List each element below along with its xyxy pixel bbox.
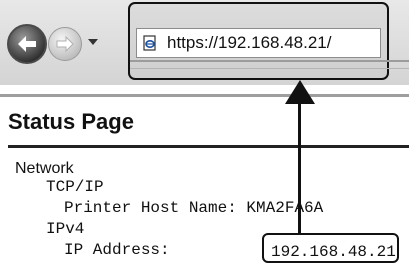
title-divider: [8, 145, 409, 148]
toolbar-divider: [130, 68, 409, 69]
callout-arrow-head: [285, 80, 315, 104]
url-text: https://192.168.48.21/: [167, 33, 332, 52]
page-icon: [143, 35, 156, 51]
ipv4-heading: IPv4: [46, 220, 85, 238]
callout-arrow-line: [298, 100, 301, 242]
tcpip-heading: TCP/IP: [46, 178, 104, 196]
chevron-down-icon[interactable]: [87, 36, 99, 48]
back-arrow-icon: [18, 36, 36, 52]
page-divider: [0, 94, 409, 97]
back-button[interactable]: [7, 24, 47, 64]
page-title: Status Page: [8, 109, 134, 134]
browser-toolbar: https://192.168.48.21/: [0, 0, 409, 85]
forward-button[interactable]: [48, 27, 82, 61]
address-bar[interactable]: https://192.168.48.21/: [136, 28, 381, 58]
toolbar-divider: [130, 60, 409, 62]
forward-arrow-icon: [56, 36, 74, 52]
ip-address-label: IP Address:: [64, 241, 170, 259]
network-heading: Network: [15, 160, 74, 177]
ip-address-highlight: 192.168.48.21: [262, 233, 399, 263]
printer-host-name: Printer Host Name: KMA2FA6A: [64, 199, 324, 217]
